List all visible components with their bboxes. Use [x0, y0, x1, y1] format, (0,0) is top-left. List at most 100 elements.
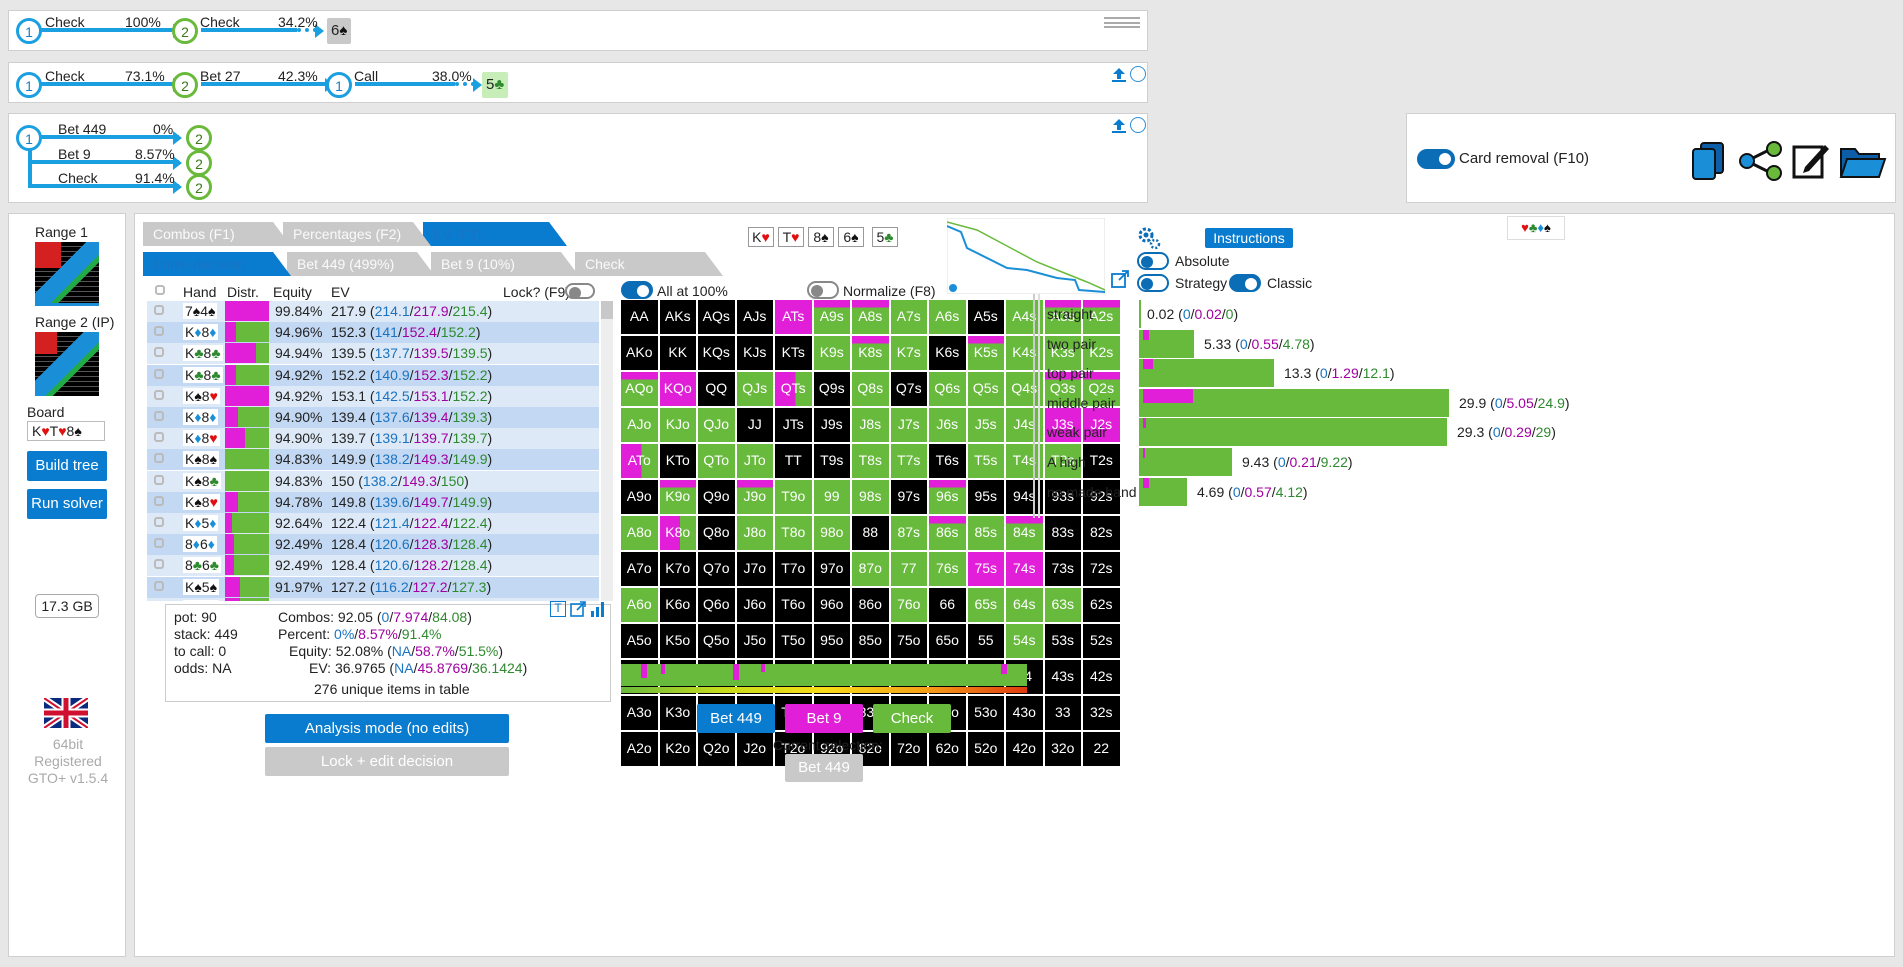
hand-cell-J9s[interactable]: J9s: [813, 408, 850, 442]
hand-cell-75o[interactable]: 75o: [890, 624, 927, 658]
hand-cell-72s[interactable]: 72s: [1083, 552, 1120, 586]
lock-icon[interactable]: [154, 368, 164, 379]
card-removal-toggle[interactable]: [1417, 149, 1455, 169]
run-solver-button[interactable]: Run solver: [27, 489, 107, 519]
table-row[interactable]: T♦8♥ 91.12% 123 (121.3/122.9/123.1): [147, 597, 599, 601]
hand-cell-ATs[interactable]: ATs: [775, 300, 812, 334]
hand-cell-Q5o[interactable]: Q5o: [698, 624, 735, 658]
tree-node-oop[interactable]: 1: [326, 72, 352, 98]
hand-cell-T5o[interactable]: T5o: [775, 624, 812, 658]
hand-cell-QQ[interactable]: QQ: [698, 372, 735, 406]
menu-lines-icon[interactable]: [1104, 17, 1140, 28]
hand-cell-KQo[interactable]: KQo: [659, 372, 696, 406]
hand-cell-A3o[interactable]: A3o: [621, 696, 658, 730]
text-export-icon[interactable]: T: [550, 601, 566, 617]
hand-cell-JTs[interactable]: JTs: [775, 408, 812, 442]
upload-icon[interactable]: [1111, 67, 1127, 83]
hand-cell-76o[interactable]: 76o: [890, 588, 927, 622]
hand-cell-T2s[interactable]: T2s: [1083, 444, 1120, 478]
build-tree-button[interactable]: Build tree: [27, 451, 107, 481]
chart-popout-icon[interactable]: [1111, 270, 1129, 288]
current-selection-button[interactable]: Bet 449: [785, 754, 863, 782]
lock-icon[interactable]: [154, 453, 164, 464]
hand-cell-K9o[interactable]: K9o: [659, 480, 696, 514]
lock-icon[interactable]: [154, 432, 164, 443]
hand-cell-A8o[interactable]: A8o: [621, 516, 658, 550]
hand-cell-42s[interactable]: 42s: [1083, 660, 1120, 694]
hand-cell-AQo[interactable]: AQo: [621, 372, 658, 406]
hand-cell-42o[interactable]: 42o: [1006, 732, 1043, 766]
hand-cell-J8o[interactable]: J8o: [736, 516, 773, 550]
hand-cell-A6o[interactable]: A6o: [621, 588, 658, 622]
table-row[interactable]: K♣8♣ 94.94% 139.5 (137.7/139.5/139.5): [147, 343, 599, 365]
hand-cell-96o[interactable]: 96o: [813, 588, 850, 622]
hand-cell-J2o[interactable]: J2o: [736, 732, 773, 766]
tree-node-ip[interactable]: 2: [186, 125, 212, 151]
hand-cell-Q8o[interactable]: Q8o: [698, 516, 735, 550]
tree-node-oop[interactable]: 1: [16, 72, 42, 98]
lock-icon[interactable]: [154, 538, 164, 549]
tree-line-2[interactable]: 1 Check 73.1% 2 Bet 27 42.3% 1 Call 38.0…: [8, 62, 1148, 103]
hand-cell-95o[interactable]: 95o: [813, 624, 850, 658]
hand-cell-98s[interactable]: 98s: [852, 480, 889, 514]
tab-ev[interactable]: EV (F3): [423, 222, 549, 246]
hand-cell-K9s[interactable]: K9s: [813, 336, 850, 370]
hand-cell-88[interactable]: 88: [852, 516, 889, 550]
hand-cell-ATo[interactable]: ATo: [621, 444, 658, 478]
hand-cell-84s[interactable]: 84s: [1006, 516, 1043, 550]
hand-cell-K5s[interactable]: K5s: [967, 336, 1004, 370]
folder-icon[interactable]: [1839, 141, 1887, 181]
edit-icon[interactable]: [1791, 141, 1831, 181]
classic-toggle[interactable]: [1229, 274, 1261, 292]
lock-toggle[interactable]: [565, 283, 595, 299]
radio-circle-icon[interactable]: [1130, 117, 1146, 133]
hand-cell-87o[interactable]: 87o: [852, 552, 889, 586]
lock-icon[interactable]: [154, 326, 164, 337]
tree-node-ip[interactable]: 2: [172, 18, 198, 44]
lock-icon[interactable]: [154, 580, 164, 591]
analysis-mode-button[interactable]: Analysis mode (no edits): [265, 714, 509, 743]
hand-cell-87s[interactable]: 87s: [890, 516, 927, 550]
hand-cell-KJo[interactable]: KJo: [659, 408, 696, 442]
hand-cell-J6s[interactable]: J6s: [929, 408, 966, 442]
table-row[interactable]: K♠5♠ 91.97% 127.2 (116.2/127.2/127.3): [147, 576, 599, 598]
hand-cell-J6o[interactable]: J6o: [736, 588, 773, 622]
hand-cell-85o[interactable]: 85o: [852, 624, 889, 658]
hand-cell-JJ[interactable]: JJ: [736, 408, 773, 442]
tab-combos[interactable]: Combos (F1): [143, 222, 273, 246]
hand-cell-A5s[interactable]: A5s: [967, 300, 1004, 334]
hand-cell-A6s[interactable]: A6s: [929, 300, 966, 334]
radio-circle-icon[interactable]: [1130, 66, 1146, 82]
hand-cell-J5s[interactable]: J5s: [967, 408, 1004, 442]
hand-cell-J7o[interactable]: J7o: [736, 552, 773, 586]
hand-cell-KJs[interactable]: KJs: [736, 336, 773, 370]
hand-cell-Q6s[interactable]: Q6s: [929, 372, 966, 406]
hand-cell-32o[interactable]: 32o: [1044, 732, 1081, 766]
table-row[interactable]: K♦8♦ 94.90% 139.4 (137.6/139.4/139.3): [147, 407, 599, 428]
hand-cell-63s[interactable]: 63s: [1044, 588, 1081, 622]
board-input[interactable]: K♥T♥8♠: [27, 421, 105, 441]
hand-cell-95s[interactable]: 95s: [967, 480, 1004, 514]
hand-cell-AKs[interactable]: AKs: [659, 300, 696, 334]
hand-cell-77[interactable]: 77: [890, 552, 927, 586]
hand-cell-T8s[interactable]: T8s: [852, 444, 889, 478]
hand-cell-A7o[interactable]: A7o: [621, 552, 658, 586]
hand-cell-AJs[interactable]: AJs: [736, 300, 773, 334]
hand-cell-KQs[interactable]: KQs: [698, 336, 735, 370]
hand-cell-J5o[interactable]: J5o: [736, 624, 773, 658]
hand-cell-Q5s[interactable]: Q5s: [967, 372, 1004, 406]
hand-cell-KTs[interactable]: KTs: [775, 336, 812, 370]
hand-cell-A9o[interactable]: A9o: [621, 480, 658, 514]
hand-cell-55[interactable]: 55: [967, 624, 1004, 658]
hand-cell-T6s[interactable]: T6s: [929, 444, 966, 478]
hand-cell-AQs[interactable]: AQs: [698, 300, 735, 334]
hand-cell-43o[interactable]: 43o: [1006, 696, 1043, 730]
action-bet9-button[interactable]: Bet 9: [785, 704, 863, 733]
hand-cell-T5s[interactable]: T5s: [967, 444, 1004, 478]
hand-cell-J7s[interactable]: J7s: [890, 408, 927, 442]
hand-cell-TT[interactable]: TT: [775, 444, 812, 478]
table-row[interactable]: 8♣6♣ 92.49% 128.4 (120.6/128.2/128.4): [147, 555, 599, 577]
lock-icon[interactable]: [154, 305, 164, 315]
upload-icon[interactable]: [1111, 118, 1127, 134]
instructions-button[interactable]: Instructions: [1205, 228, 1293, 248]
